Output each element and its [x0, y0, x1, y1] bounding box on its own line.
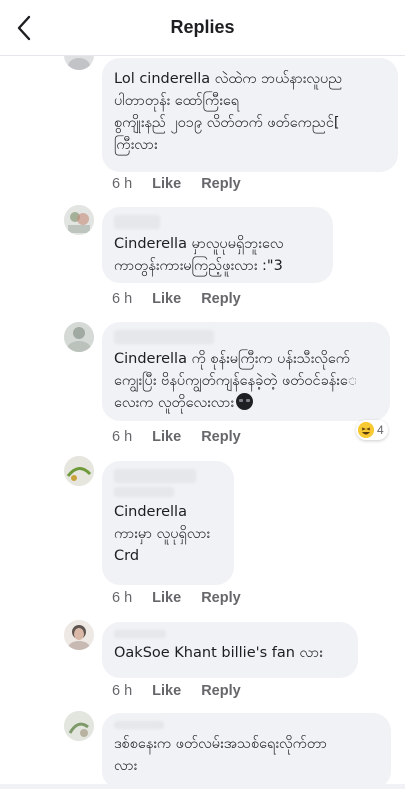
comment-bubble[interactable]: Lol cinderella လဲထဲက ဘယ်နားလူပည ပါတာတုန်… [102, 58, 398, 172]
avatar-image [64, 205, 94, 235]
comment-timestamp: 6 h [112, 429, 133, 445]
author-name[interactable] [114, 330, 214, 344]
avatar-image [64, 322, 94, 352]
comment-bubble[interactable]: ဒစ်စနေးက ဖတ်လမ်းအသစ်ရေးလိုက်တာ လား [102, 713, 391, 789]
reaction-count: 4 [377, 423, 384, 437]
comment-timestamp: 6 h [112, 683, 133, 699]
comment-timestamp: 6 h [112, 291, 133, 307]
reply-button[interactable]: Reply [201, 683, 241, 699]
comment-actions: 6 h Like Reply [112, 290, 241, 308]
reply-button[interactable]: Reply [201, 429, 241, 445]
comment-text: Cinderella မှာလူပုမရှိဘူးလေ ကာတွန်းကားမက… [114, 236, 284, 274]
like-button[interactable]: Like [152, 590, 181, 606]
avatar[interactable] [64, 620, 94, 650]
bottom-edge [0, 784, 405, 789]
avatar[interactable] [64, 711, 94, 741]
reply-button[interactable]: Reply [201, 590, 241, 606]
laughing-emoji-icon [358, 422, 374, 438]
reaction-badge[interactable]: 4 [356, 420, 388, 440]
author-name [114, 487, 174, 497]
avatar-image [64, 620, 94, 650]
avatar-image [64, 456, 94, 486]
comment-timestamp: 6 h [112, 176, 133, 192]
author-name[interactable] [114, 721, 164, 729]
avatar[interactable] [64, 205, 94, 235]
like-button[interactable]: Like [152, 291, 181, 307]
author-name[interactable] [114, 215, 160, 229]
reply-button[interactable]: Reply [201, 176, 241, 192]
emoji-icon [236, 393, 254, 410]
like-button[interactable]: Like [152, 176, 181, 192]
avatar-image [64, 711, 94, 741]
avatar[interactable] [64, 322, 94, 352]
header-bar: Replies [0, 0, 405, 56]
comment-text: Cinderella ကားမှာ လူပုရှိလား Crd [114, 504, 211, 564]
comment-text: OakSoe Khant billie's fan လား [114, 645, 323, 661]
comment-bubble[interactable]: Cinderella မှာလူပုမရှိဘူးလေ ကာတွန်းကားမက… [102, 207, 333, 283]
author-name[interactable] [114, 630, 166, 638]
comment-text: Cinderella ကို စုန်းမကြီးက ပန်းသီးလိုက်ေ… [114, 348, 378, 414]
comment-bubble[interactable]: OakSoe Khant billie's fan လား [102, 622, 358, 678]
avatar[interactable] [64, 456, 94, 486]
comment-actions: 6 h Like Reply [112, 428, 241, 446]
comment-timestamp: 6 h [112, 590, 133, 606]
comment-bubble[interactable]: Cinderella ကို စုန်းမကြီးက ပန်းသီးလိုက်ေ… [102, 322, 390, 421]
like-button[interactable]: Like [152, 429, 181, 445]
author-name[interactable] [114, 469, 196, 483]
comment-text: ဒစ်စနေးက ဖတ်လမ်းအသစ်ရေးလိုက်တာ လား [114, 736, 327, 774]
like-button[interactable]: Like [152, 683, 181, 699]
comment-actions: 6 h Like Reply [112, 682, 241, 700]
page-title: Replies [170, 17, 235, 37]
comment-actions: 6 h Like Reply [112, 175, 241, 193]
comment-bubble[interactable]: Cinderella ကားမှာ လူပုရှိလား Crd [102, 461, 234, 585]
reply-button[interactable]: Reply [201, 291, 241, 307]
comment-actions: 6 h Like Reply [112, 589, 241, 607]
comment-text: Lol cinderella လဲထဲက ဘယ်နားလူပည ပါတာတုန်… [114, 71, 343, 153]
